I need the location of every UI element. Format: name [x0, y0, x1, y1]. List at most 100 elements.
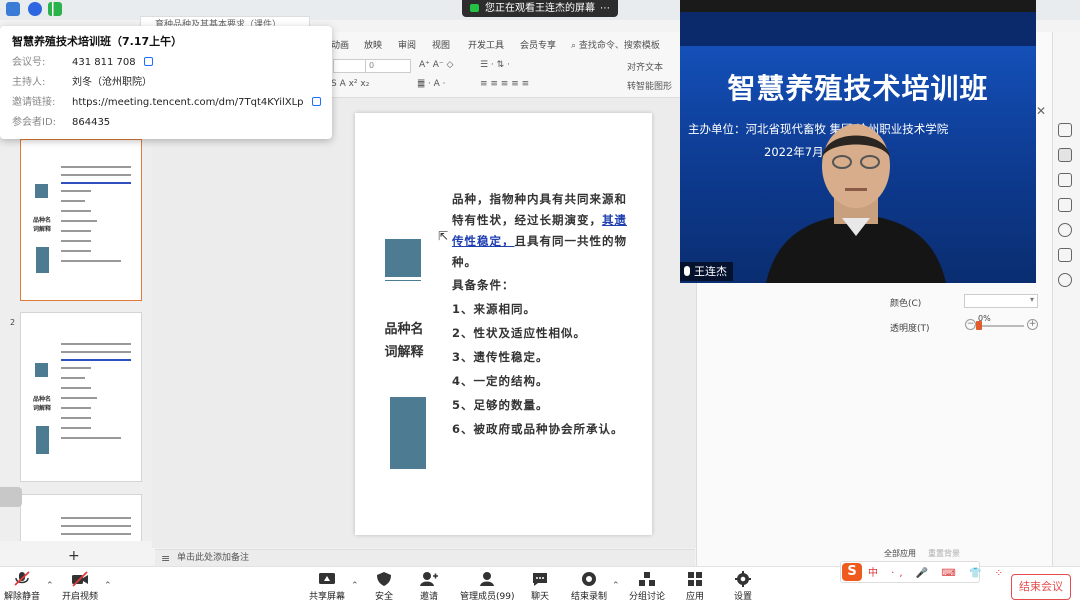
smart-graphic-button[interactable]: 转智能图形 [627, 79, 672, 92]
mic-muted-icon [14, 571, 30, 586]
ribbon-tab-member[interactable]: 会员专享 [520, 38, 556, 51]
panel-toggle-handle[interactable] [0, 487, 22, 507]
line-spacing-icon[interactable]: ☰ · ⇅ · [480, 60, 510, 70]
font-color-icon[interactable]: ䷀ · A · [417, 79, 446, 89]
apps-icon [688, 572, 702, 586]
settings-label: 设置 [734, 592, 753, 602]
security-button[interactable]: 安全 [375, 571, 393, 602]
chevron-up-icon[interactable]: ⌃ [351, 581, 359, 591]
ime-tools[interactable]: 中 ·, 🎤 ⌨ 👕 ⁘ [868, 564, 1008, 579]
share-screen-label: 共享屏幕 [309, 592, 346, 602]
ribbon-tab-review[interactable]: 审阅 [398, 38, 416, 51]
chevron-up-icon[interactable]: ⌃ [104, 581, 112, 591]
app-icon[interactable] [6, 2, 20, 16]
apps-label: 应用 [686, 592, 705, 602]
participant-id-value: 864435 [72, 117, 111, 128]
image-icon[interactable] [1058, 248, 1072, 262]
copy-icon[interactable] [143, 57, 153, 66]
font-style-icons[interactable]: S A x² x₂ [331, 79, 369, 89]
chat-icon [533, 573, 547, 586]
condition-item: 5、足够的数量。 [452, 398, 549, 412]
slide-thumbnail[interactable]: 品种名词解释 [20, 312, 142, 482]
record-stop-icon [582, 572, 596, 586]
ribbon-tab-developer[interactable]: 开发工具 [468, 38, 504, 51]
align-text-button[interactable]: 对齐文本 [627, 60, 663, 73]
properties-icon[interactable] [1058, 148, 1072, 162]
apply-all-button[interactable]: 全部应用 [884, 548, 916, 559]
location-icon[interactable] [1058, 273, 1072, 287]
chevron-down-icon: ▾ [1029, 295, 1034, 304]
host-label: 主持人: [12, 77, 46, 88]
more-icon[interactable]: ⋯ [600, 0, 610, 17]
chevron-up-icon[interactable]: ⌃ [612, 581, 620, 591]
end-meeting-button[interactable]: 结束会议 [1011, 574, 1071, 600]
meeting-id-label: 会议号: [12, 57, 46, 68]
share-screen-button[interactable]: 共享屏幕 [309, 571, 345, 602]
ribbon-tab-animation[interactable]: 动画 [331, 38, 349, 51]
meeting-id-value[interactable]: 431 811 708 [72, 57, 136, 68]
slide-thumbnail[interactable]: 品种名词解释 [20, 139, 142, 301]
current-slide[interactable]: 品种名词解释 品种，指物种内具有共同来源和特有性状，经过长期演变，其遗传性稳定，… [355, 113, 652, 535]
stop-recording-button[interactable]: 结束录制 [571, 571, 607, 602]
ime-logo-icon[interactable]: S [842, 563, 862, 581]
host-value: 刘冬（沧州职院） [72, 77, 152, 88]
participant-id-label: 参会者ID: [12, 117, 57, 128]
slide-definition: 品种，指物种内具有共同来源和特有性状，经过长期演变，其遗传性稳定，且具有同一共性… [452, 189, 636, 273]
shield-icon [377, 572, 391, 586]
slide-thumbnail[interactable] [20, 494, 142, 541]
camera-off-icon [72, 571, 88, 587]
font-size-box[interactable]: 0 [365, 59, 411, 73]
start-video-button[interactable]: 开启视频 [62, 571, 98, 602]
invite-link-value[interactable]: https://meeting.tencent.com/dm/7Tqt4KYil… [72, 97, 304, 108]
style-icon[interactable] [1058, 123, 1072, 137]
share-screen-icon [319, 573, 335, 584]
slide-thumbnail-panel[interactable]: 品种名词解释 2 品种名词解释 3 [0, 139, 152, 541]
notes-placeholder: 单击此处添加备注 [177, 553, 250, 563]
plus-icon[interactable]: + [1027, 319, 1038, 330]
slider-handle[interactable] [976, 321, 982, 330]
color-label: 颜色(C) [890, 299, 922, 309]
chat-button[interactable]: 聊天 [531, 571, 549, 602]
notes-bar[interactable]: 单击此处添加备注 [155, 549, 695, 567]
unmute-button[interactable]: 解除静音 [4, 571, 40, 602]
ribbon-tab-view[interactable]: 视图 [432, 38, 450, 51]
add-slide-button[interactable]: + [68, 548, 80, 564]
animation-icon[interactable] [1058, 173, 1072, 187]
color-select[interactable]: ▾ [964, 294, 1038, 308]
share-indicator-icon [470, 4, 479, 12]
align-icons[interactable]: ≡ ≡ ≡ ≡ ≡ [480, 79, 529, 89]
apps-button[interactable]: 应用 [686, 571, 704, 602]
condition-item: 2、性状及适应性相似。 [452, 326, 587, 340]
signal-icon[interactable] [48, 2, 62, 16]
mic-icon [684, 266, 690, 276]
search-icon: ⌕ [571, 41, 579, 51]
shield-icon[interactable] [28, 2, 42, 16]
copy-icon[interactable] [311, 97, 321, 106]
definition-text: 品种，指物种内具有共同来源和特有性状，经过长期演变， [452, 192, 627, 227]
condition-item: 1、来源相同。 [452, 302, 537, 316]
security-label: 安全 [375, 592, 394, 602]
screen-share-banner[interactable]: 您正在观看王连杰的屏幕 ⋯ [462, 0, 618, 17]
ribbon-tab-slideshow[interactable]: 放映 [364, 38, 382, 51]
slide-conditions: 具备条件： 1、来源相同。 2、性状及适应性相似。 3、遗传性稳定。 4、一定的… [452, 273, 636, 441]
chevron-up-icon[interactable]: ⌃ [46, 581, 54, 591]
host-row: 主持人: 刘冬（沧州职院） [12, 73, 152, 88]
thumb-title: 品种名词解释 [33, 396, 52, 412]
condition-item: 4、一定的结构。 [452, 374, 549, 388]
ribbon-search[interactable]: ⌕ 查找命令、搜索模板 [571, 38, 660, 51]
breakout-rooms-button[interactable]: 分组讨论 [629, 571, 665, 602]
speaker-video[interactable]: 智慧养殖技术培训班 主办单位：河北省现代畜牧 集团 沧州职业技术学院 2022年… [680, 0, 1036, 283]
transition-icon[interactable] [1058, 198, 1072, 212]
meeting-title: 智慧养殖技术培训班（7.17上午） [12, 35, 183, 48]
speaker-name-tag: 王连杰 [680, 262, 733, 281]
manage-members-button[interactable]: 管理成员(99) [460, 571, 514, 602]
settings-button[interactable]: 设置 [734, 571, 752, 602]
font-grow-icon[interactable]: A⁺ A⁻ ◇ [419, 60, 453, 70]
invite-button[interactable]: 邀请 [420, 571, 438, 602]
condition-item: 6、被政府或品种协会所承认。 [452, 422, 624, 436]
ribbon-search-text: 查找命令、搜索模板 [578, 41, 660, 51]
meeting-id-row: 会议号: 431 811 708 [12, 53, 153, 68]
reset-background-button[interactable]: 重置背景 [928, 548, 960, 559]
help-icon[interactable] [1058, 223, 1072, 237]
close-icon[interactable]: ✕ [1036, 104, 1046, 118]
